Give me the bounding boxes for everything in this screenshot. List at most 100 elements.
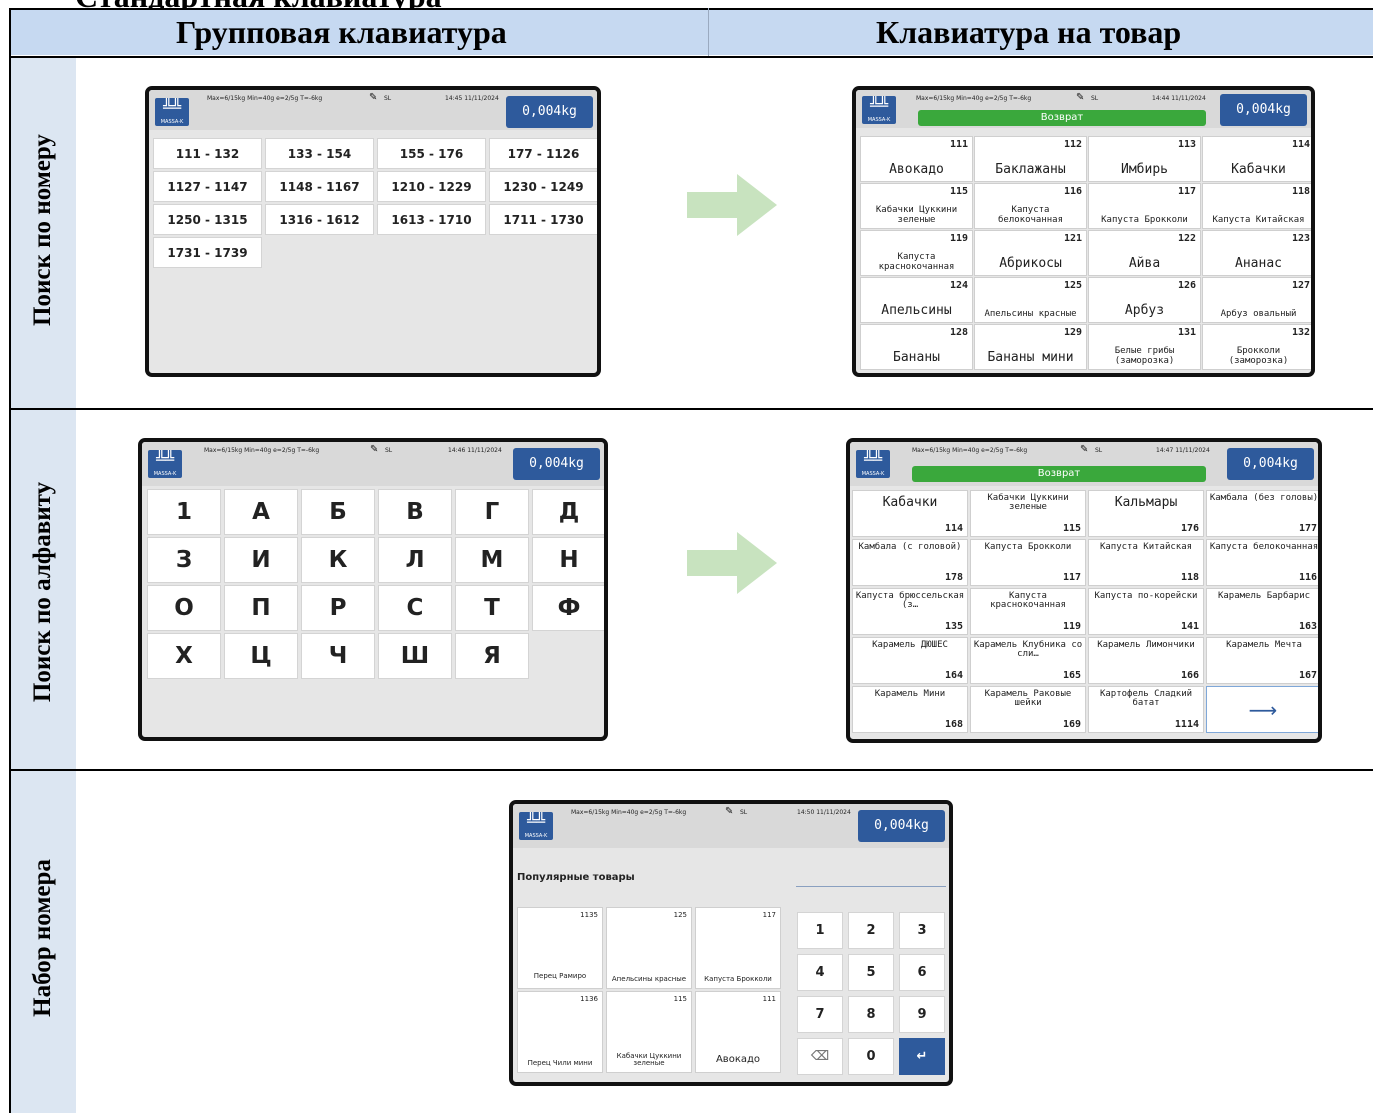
range-button[interactable]: 1711 - 1730 xyxy=(489,204,597,235)
letter-key[interactable]: Г xyxy=(455,489,529,535)
next-page-arrow-icon[interactable]: ⟶ xyxy=(1206,686,1318,733)
key-9[interactable]: 9 xyxy=(899,996,945,1033)
key-5[interactable]: 5 xyxy=(848,954,894,991)
range-button[interactable]: 1613 - 1710 xyxy=(377,204,486,235)
range-button[interactable]: 1127 - 1147 xyxy=(153,171,262,202)
product-button[interactable]: Карамель Лимончики 166 xyxy=(1088,637,1204,684)
letter-key[interactable]: Л xyxy=(378,537,452,583)
return-mode-bar[interactable]: Возврат xyxy=(918,110,1206,126)
range-button[interactable]: 1210 - 1229 xyxy=(377,171,486,202)
product-button[interactable]: Капуста Китайская 118 xyxy=(1088,539,1204,586)
product-button[interactable]: 124 Апельсины xyxy=(860,277,973,323)
letter-key[interactable]: Ф xyxy=(532,585,604,631)
letter-key[interactable]: М xyxy=(455,537,529,583)
product-button[interactable]: Карамель Клубника со сли… 165 xyxy=(970,637,1086,684)
product-button[interactable]: 132 Брокколи (заморозка) xyxy=(1202,324,1311,370)
popular-item[interactable]: 111 Авокадо xyxy=(695,991,781,1073)
product-button[interactable]: Кабачки 114 xyxy=(852,490,968,537)
product-button[interactable]: 117 Капуста Брокколи xyxy=(1088,183,1201,229)
range-button[interactable]: 111 - 132 xyxy=(153,138,262,169)
popular-item[interactable]: 1135 Перец Рамиро xyxy=(517,907,603,989)
range-button[interactable]: 155 - 176 xyxy=(377,138,486,169)
letter-key[interactable]: Н xyxy=(532,537,604,583)
product-button[interactable]: 125 Апельсины красные xyxy=(974,277,1087,323)
range-button[interactable]: 1230 - 1249 xyxy=(489,171,597,202)
scale-screen-group-by-letter: ╩╩ MASSA-K Max=6/15kg Min=40g e=2/5g T=-6… xyxy=(138,438,608,741)
product-button[interactable]: Картофель Сладкий батат 1114 xyxy=(1088,686,1204,733)
letter-key[interactable]: 1 xyxy=(147,489,221,535)
product-button[interactable]: 123 Ананас xyxy=(1202,230,1311,276)
product-button[interactable]: 118 Капуста Китайская xyxy=(1202,183,1311,229)
letter-key[interactable]: А xyxy=(224,489,298,535)
key-6[interactable]: 6 xyxy=(899,954,945,991)
product-button[interactable]: 128 Бананы xyxy=(860,324,973,370)
number-input-field[interactable] xyxy=(796,886,946,887)
letter-key[interactable]: В xyxy=(378,489,452,535)
product-button[interactable]: Карамель ДЮШЕС 164 xyxy=(852,637,968,684)
letter-key[interactable]: Ш xyxy=(378,633,452,679)
product-name: Капуста краснокочанная xyxy=(878,252,955,272)
letter-key[interactable]: Х xyxy=(147,633,221,679)
letter-key[interactable]: Т xyxy=(455,585,529,631)
product-button[interactable]: 113 Имбирь xyxy=(1088,136,1201,182)
letter-key[interactable]: Р xyxy=(301,585,375,631)
letter-key[interactable]: С xyxy=(378,585,452,631)
range-button[interactable]: 1148 - 1167 xyxy=(265,171,374,202)
product-button[interactable]: Капуста краснокочанная 119 xyxy=(970,588,1086,635)
popular-item[interactable]: 115 Кабачки Цуккини зеленые xyxy=(606,991,692,1073)
return-mode-bar[interactable]: Возврат xyxy=(912,466,1206,482)
backspace-icon[interactable]: ⌫ xyxy=(797,1038,843,1075)
product-button[interactable]: Кабачки Цуккини зеленые 115 xyxy=(970,490,1086,537)
product-button[interactable]: Капуста по-корейски 141 xyxy=(1088,588,1204,635)
product-button[interactable]: Камбала (без головы) 177 xyxy=(1206,490,1318,537)
product-button[interactable]: 127 Арбуз овальный xyxy=(1202,277,1311,323)
product-button[interactable]: 111 Авокадо xyxy=(860,136,973,182)
letter-key[interactable]: П xyxy=(224,585,298,631)
product-button[interactable]: 126 Арбуз xyxy=(1088,277,1201,323)
product-button[interactable]: Капуста Брокколи 117 xyxy=(970,539,1086,586)
key-8[interactable]: 8 xyxy=(848,996,894,1033)
product-button[interactable]: 129 Бананы мини xyxy=(974,324,1087,370)
key-4[interactable]: 4 xyxy=(797,954,843,991)
product-button[interactable]: Карамель Мечта 167 xyxy=(1206,637,1318,684)
letter-key[interactable]: Ц xyxy=(224,633,298,679)
range-button[interactable]: 1316 - 1612 xyxy=(265,204,374,235)
product-button[interactable]: Капуста брюссельская (з… 135 xyxy=(852,588,968,635)
product-button[interactable]: 119 Капуста краснокочанная xyxy=(860,230,973,276)
popular-item[interactable]: 1136 Перец Чили мини xyxy=(517,991,603,1073)
letter-key[interactable]: О xyxy=(147,585,221,631)
letter-key[interactable]: Б xyxy=(301,489,375,535)
product-button[interactable]: 115 Кабачки Цуккини зеленые xyxy=(860,183,973,229)
popular-item[interactable]: 125 Апельсины красные xyxy=(606,907,692,989)
key-1[interactable]: 1 xyxy=(797,912,843,949)
product-button[interactable]: Кальмары 176 xyxy=(1088,490,1204,537)
letter-key[interactable]: Д xyxy=(532,489,604,535)
range-button[interactable]: 1731 - 1739 xyxy=(153,237,262,268)
letter-key[interactable]: Я xyxy=(455,633,529,679)
letter-key[interactable]: З xyxy=(147,537,221,583)
key-2[interactable]: 2 xyxy=(848,912,894,949)
product-button[interactable]: 116 Капуста белокочанная xyxy=(974,183,1087,229)
product-button[interactable]: 112 Баклажаны xyxy=(974,136,1087,182)
product-button[interactable]: Карамель Раковые шейки 169 xyxy=(970,686,1086,733)
product-button[interactable]: Карамель Барбарис 163 xyxy=(1206,588,1318,635)
key-0[interactable]: 0 xyxy=(848,1038,894,1075)
range-button[interactable]: 177 - 1126 xyxy=(489,138,597,169)
product-name: Апельсины xyxy=(881,303,952,319)
product-button[interactable]: 131 Белые грибы (заморозка) xyxy=(1088,324,1201,370)
key-3[interactable]: 3 xyxy=(899,912,945,949)
enter-icon[interactable]: ↵ xyxy=(899,1038,945,1075)
product-button[interactable]: Камбала (с головой) 178 xyxy=(852,539,968,586)
product-button[interactable]: 122 Айва xyxy=(1088,230,1201,276)
letter-key[interactable]: И xyxy=(224,537,298,583)
range-button[interactable]: 1250 - 1315 xyxy=(153,204,262,235)
product-button[interactable]: Капуста белокочанная 116 xyxy=(1206,539,1318,586)
popular-item[interactable]: 117 Капуста Брокколи xyxy=(695,907,781,989)
key-7[interactable]: 7 xyxy=(797,996,843,1033)
product-button[interactable]: 114 Кабачки xyxy=(1202,136,1311,182)
product-button[interactable]: 121 Абрикосы xyxy=(974,230,1087,276)
product-button[interactable]: Карамель Мини 168 xyxy=(852,686,968,733)
letter-key[interactable]: К xyxy=(301,537,375,583)
letter-key[interactable]: Ч xyxy=(301,633,375,679)
range-button[interactable]: 133 - 154 xyxy=(265,138,374,169)
